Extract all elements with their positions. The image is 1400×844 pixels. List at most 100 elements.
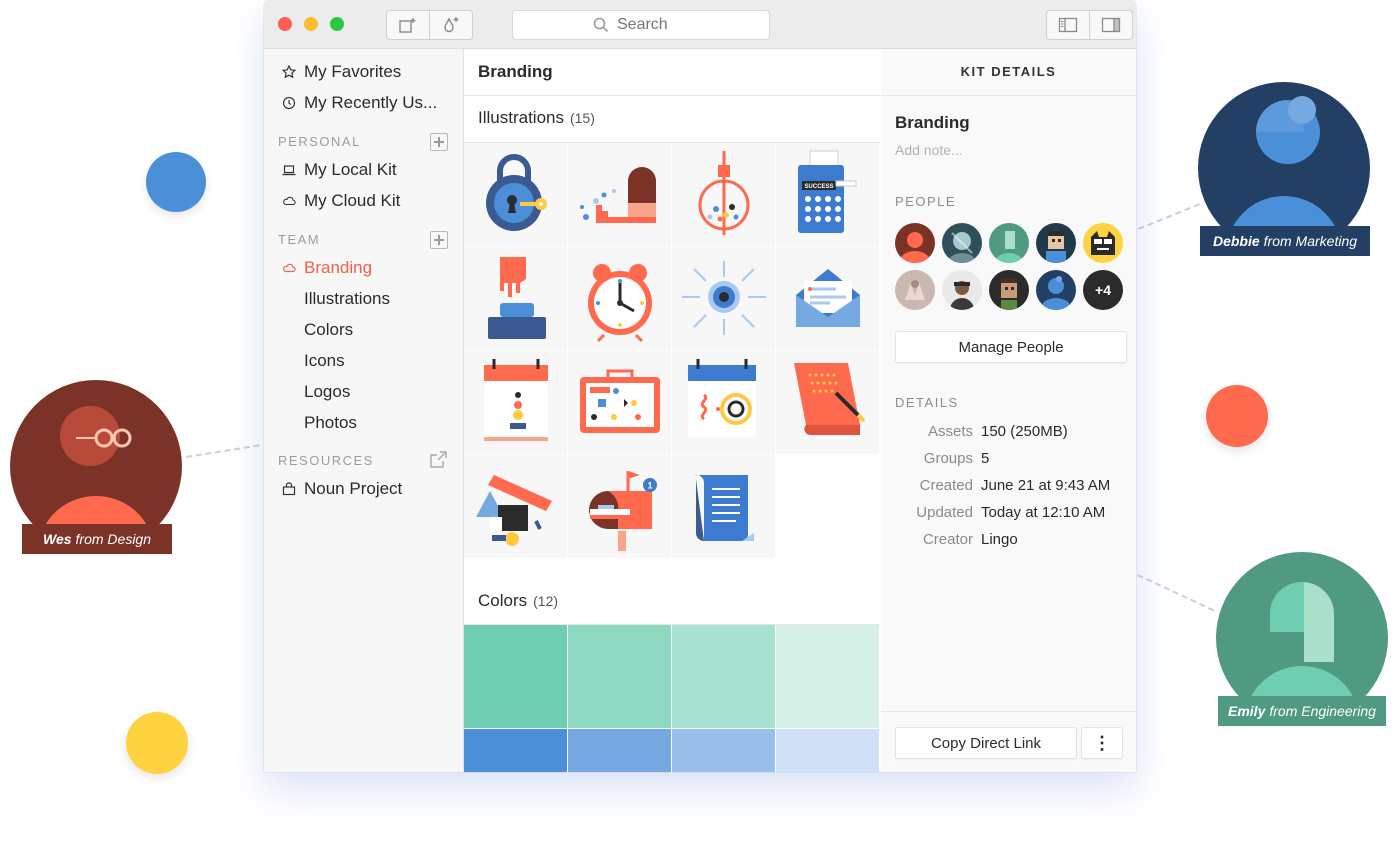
illustration-alarm-clock[interactable] <box>568 247 671 350</box>
section-label: Colors <box>478 591 528 610</box>
sidebar-item-label: My Recently Us... <box>304 93 438 112</box>
color-swatch[interactable] <box>568 625 671 728</box>
add-team-kit-button[interactable] <box>430 231 448 249</box>
color-swatch[interactable] <box>672 729 775 772</box>
connector-debbie <box>1138 203 1200 230</box>
illustration-stairs[interactable] <box>568 143 671 246</box>
avatar[interactable] <box>1036 223 1076 263</box>
copy-direct-link-button[interactable]: Copy Direct Link <box>895 727 1077 759</box>
sidebar-item-noun-project[interactable]: Noun Project <box>282 477 402 501</box>
detail-key: Groups <box>923 450 973 467</box>
color-swatch[interactable] <box>568 729 671 772</box>
detail-value: Lingo <box>981 531 1018 548</box>
illustrations-section-header[interactable]: Illustrations (15) <box>478 108 595 128</box>
external-link-icon[interactable] <box>428 450 448 470</box>
illustration-stamp[interactable] <box>464 247 567 350</box>
stairs-illustration-icon <box>580 167 656 223</box>
persona-name: Emily <box>1228 703 1266 719</box>
search-input[interactable] <box>615 15 689 35</box>
color-swatch[interactable] <box>464 729 567 772</box>
details-footer: Copy Direct Link ⋮ <box>881 711 1136 772</box>
toggle-sidebar-button[interactable] <box>1047 11 1089 39</box>
persona-team: from Engineering <box>1269 703 1376 719</box>
toggle-details-button[interactable] <box>1089 11 1132 39</box>
illustration-toolbox[interactable] <box>568 351 671 454</box>
manage-people-button[interactable]: Manage People <box>895 331 1127 363</box>
avatar[interactable] <box>1036 270 1076 310</box>
avatar[interactable] <box>1083 223 1123 263</box>
illustration-ornament[interactable] <box>672 143 775 246</box>
sidebar: My Favorites My Recently Us... PERSONAL … <box>264 49 464 772</box>
avatar[interactable] <box>942 270 982 310</box>
avatar[interactable] <box>895 270 935 310</box>
bag-icon <box>282 482 296 496</box>
sidebar-subitem-logos[interactable]: Logos <box>304 380 350 404</box>
close-window-button[interactable] <box>278 17 292 31</box>
sidebar-subitem-colors[interactable]: Colors <box>304 318 353 342</box>
illustration-calendar[interactable] <box>464 351 567 454</box>
sidebar-item-recent[interactable]: My Recently Us... <box>282 91 437 115</box>
svg-text:SUCCESS: SUCCESS <box>804 184 833 190</box>
add-note-field[interactable]: Add note... <box>895 142 963 158</box>
illustration-calculator[interactable]: SUCCESS <box>776 143 879 246</box>
detail-key: Assets <box>927 423 973 440</box>
sidebar-subitem-photos[interactable]: Photos <box>304 411 357 435</box>
colors-section-header[interactable]: Colors (12) <box>478 591 558 611</box>
illustration-scroll[interactable] <box>776 351 879 454</box>
sidebar-subitem-icons[interactable]: Icons <box>304 349 345 373</box>
stamp-illustration-icon <box>488 257 546 339</box>
sidebar-item-label: My Cloud Kit <box>304 191 401 210</box>
search-bar[interactable] <box>512 10 770 40</box>
more-options-button[interactable]: ⋮ <box>1081 727 1123 759</box>
minimize-window-button[interactable] <box>304 17 318 31</box>
illustration-mailbox[interactable]: 1 <box>568 455 671 558</box>
svg-text:1: 1 <box>647 481 652 491</box>
add-asset-icon <box>399 18 416 33</box>
kit-name: Branding <box>895 113 970 132</box>
color-swatch[interactable] <box>776 729 879 772</box>
detail-key: Updated <box>916 504 973 521</box>
persona-name: Debbie <box>1212 233 1260 249</box>
sidebar-item-branding[interactable]: Branding <box>282 256 372 280</box>
calculator-illustration-icon: SUCCESS <box>798 150 857 233</box>
detail-row-created: Created June 21 at 9:43 AM <box>895 477 1125 497</box>
color-swatch[interactable] <box>672 625 775 728</box>
color-swatch[interactable] <box>776 625 879 728</box>
avatar[interactable] <box>989 223 1029 263</box>
sidebar-item-local-kit[interactable]: My Local Kit <box>282 158 397 182</box>
avatar[interactable] <box>895 223 935 263</box>
red-dot <box>1206 385 1268 447</box>
more-people-badge[interactable]: +4 <box>1083 270 1123 310</box>
maximize-window-button[interactable] <box>330 17 344 31</box>
calendar-target-icon <box>688 359 756 437</box>
star-icon <box>282 65 296 79</box>
illustration-document[interactable] <box>672 455 775 558</box>
illustrations-grid: SUCCESS 1 <box>464 142 880 558</box>
illustration-envelope[interactable] <box>776 247 879 350</box>
sidebar-item-cloud-kit[interactable]: My Cloud Kit <box>282 189 400 213</box>
color-swatch[interactable] <box>464 625 567 728</box>
detail-key: Creator <box>922 531 973 548</box>
illustration-house[interactable] <box>464 455 567 558</box>
sidebar-item-label: My Local Kit <box>304 160 397 179</box>
add-personal-kit-button[interactable] <box>430 133 448 151</box>
scroll-pen-icon <box>794 363 866 435</box>
yellow-dot <box>126 712 188 774</box>
detail-value: June 21 at 9:43 AM <box>981 477 1111 494</box>
add-color-button[interactable] <box>429 11 472 39</box>
illustration-lock[interactable] <box>464 143 567 246</box>
persona-wes: Wes from Design <box>10 380 184 558</box>
blue-dot <box>146 152 206 212</box>
illustration-calendar-target[interactable] <box>672 351 775 454</box>
eye-illustration-icon <box>682 261 766 335</box>
add-asset-button[interactable] <box>387 11 429 39</box>
avatar[interactable] <box>942 223 982 263</box>
people-label: PEOPLE <box>895 194 957 209</box>
persona-name: Wes <box>42 531 72 547</box>
sidebar-subitem-illustrations[interactable]: Illustrations <box>304 287 390 311</box>
illustration-eye[interactable] <box>672 247 775 350</box>
avatar[interactable] <box>989 270 1029 310</box>
sidebar-item-favorites[interactable]: My Favorites <box>282 60 401 84</box>
detail-value: Today at 12:10 AM <box>981 504 1106 521</box>
details-label: DETAILS <box>895 395 959 410</box>
